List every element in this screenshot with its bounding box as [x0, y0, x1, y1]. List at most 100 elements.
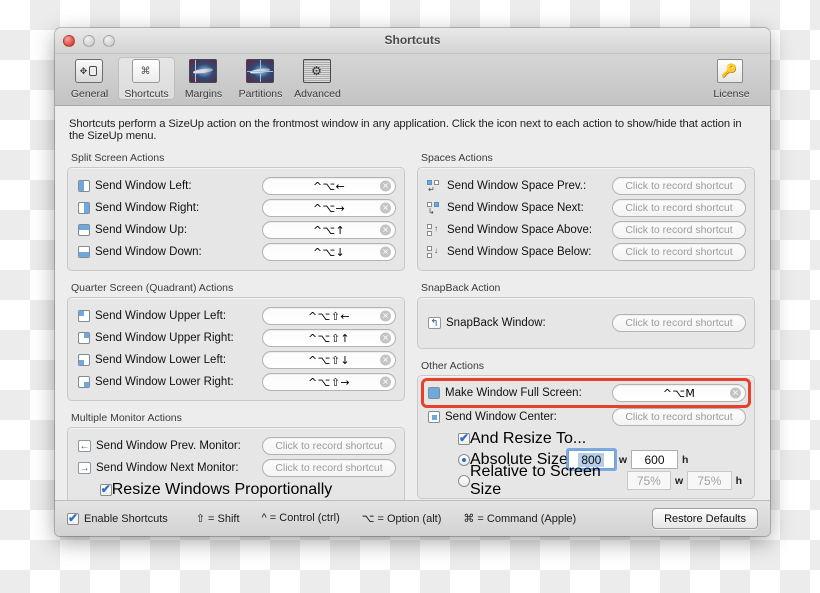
- multiple-monitor-group: ← Send Window Prev. Monitor: Click to re…: [67, 427, 405, 500]
- shortcut-value: ^⌥→: [312, 201, 346, 215]
- shortcut-recorder-send-window-lower-left[interactable]: ^⌥⇧↓ ✕: [262, 351, 396, 369]
- and-resize-checkbox[interactable]: [458, 431, 470, 445]
- preferences-toolbar: ✥ General ⌘ Shortcuts Margins Partitions…: [55, 54, 770, 106]
- shortcut-placeholder: Click to record shortcut: [625, 317, 733, 329]
- action-label: Send Window Space Prev.:: [447, 180, 587, 192]
- absolute-height-value: 600: [644, 452, 665, 467]
- space-below-icon[interactable]: ↓: [427, 245, 442, 259]
- action-label: Send Window Down:: [95, 246, 202, 258]
- shortcut-recorder-send-window-up[interactable]: ^⌥↑ ✕: [262, 221, 396, 239]
- shortcut-recorder-send-window-center[interactable]: Click to record shortcut: [612, 408, 746, 426]
- clear-shortcut-icon[interactable]: ✕: [380, 202, 391, 214]
- enable-shortcuts-label: Enable Shortcuts: [84, 512, 168, 525]
- shortcut-placeholder: Click to record shortcut: [625, 411, 733, 423]
- shortcut-recorder-make-window-full-screen[interactable]: ^⌥M ✕: [612, 384, 746, 402]
- clear-shortcut-icon[interactable]: ✕: [380, 376, 391, 388]
- clear-shortcut-icon[interactable]: ✕: [380, 310, 391, 322]
- general-icon: ✥: [74, 59, 105, 86]
- tab-shortcuts-label: Shortcuts: [124, 88, 169, 100]
- window-down-icon[interactable]: [78, 246, 90, 258]
- resize-proportionally-checkbox[interactable]: [99, 482, 112, 496]
- window-lower-left-icon[interactable]: [78, 354, 90, 366]
- key-icon: 🔑: [716, 59, 747, 86]
- window-full-icon[interactable]: [428, 387, 440, 399]
- window-left-icon[interactable]: [78, 180, 90, 192]
- window-upper-right-icon[interactable]: [78, 332, 90, 344]
- clear-shortcut-icon[interactable]: ✕: [380, 246, 391, 258]
- space-prev-icon[interactable]: ↵: [427, 179, 442, 193]
- shortcuts-preferences-window: Shortcuts ✥ General ⌘ Shortcuts Margins: [55, 28, 770, 536]
- shortcut-recorder-send-window-next-monitor[interactable]: Click to record shortcut: [262, 459, 396, 477]
- shortcut-recorder-send-window-space-prev[interactable]: Click to record shortcut: [612, 177, 746, 195]
- resize-proportionally-row: Resize Windows Proportionally: [76, 479, 396, 500]
- shortcut-recorder-send-window-prev-monitor[interactable]: Click to record shortcut: [262, 437, 396, 455]
- absolute-size-radio[interactable]: [458, 453, 470, 466]
- arrow-left-box-icon[interactable]: ←: [78, 440, 91, 452]
- shortcut-recorder-send-window-down[interactable]: ^⌥↓ ✕: [262, 243, 396, 261]
- window-up-icon[interactable]: [78, 224, 90, 236]
- shortcut-recorder-send-window-right[interactable]: ^⌥→ ✕: [262, 199, 396, 217]
- shortcuts-pane: Shortcuts perform a SizeUp action on the…: [55, 106, 770, 500]
- absolute-height-input[interactable]: 600: [631, 450, 679, 469]
- shortcut-recorder-send-window-upper-left[interactable]: ^⌥⇧← ✕: [262, 307, 396, 325]
- multiple-monitor-group-label: Multiple Monitor Actions: [71, 412, 182, 424]
- shortcut-value: ^⌥M: [662, 386, 696, 400]
- action-row-send-window-down: Send Window Down: ^⌥↓ ✕: [76, 241, 396, 263]
- height-unit-label: h: [682, 453, 689, 466]
- relative-height-input[interactable]: 75%: [687, 471, 732, 490]
- shortcut-recorder-send-window-lower-right[interactable]: ^⌥⇧→ ✕: [262, 373, 396, 391]
- action-label: Send Window Space Above:: [447, 224, 593, 236]
- relative-width-input[interactable]: 75%: [626, 471, 672, 490]
- license-button[interactable]: 🔑 License: [703, 57, 760, 100]
- clear-shortcut-icon[interactable]: ✕: [380, 354, 391, 366]
- clear-shortcut-icon[interactable]: ✕: [380, 332, 391, 344]
- shortcut-value: ^⌥⇧↓: [308, 353, 350, 367]
- window-right-icon[interactable]: [78, 202, 90, 214]
- action-label: SnapBack Window:: [446, 317, 546, 329]
- action-row-send-window-next-monitor: → Send Window Next Monitor: Click to rec…: [76, 457, 396, 479]
- shortcut-recorder-send-window-left[interactable]: ^⌥← ✕: [262, 177, 396, 195]
- shortcut-value: ^⌥⇧←: [308, 309, 350, 323]
- tab-general[interactable]: ✥ General: [61, 57, 118, 100]
- shortcut-value: ^⌥⇧→: [308, 375, 350, 389]
- tab-shortcuts[interactable]: ⌘ Shortcuts: [118, 57, 175, 100]
- action-label: Send Window Prev. Monitor:: [96, 440, 241, 452]
- restore-defaults-button[interactable]: Restore Defaults: [652, 508, 758, 529]
- legend-control: ^ = Control (ctrl): [261, 512, 340, 524]
- space-next-icon[interactable]: ↳: [427, 201, 442, 215]
- shortcut-recorder-send-window-space-next[interactable]: Click to record shortcut: [612, 199, 746, 217]
- window-upper-left-icon[interactable]: [78, 310, 90, 322]
- shortcut-recorder-send-window-space-above[interactable]: Click to record shortcut: [612, 221, 746, 239]
- other-actions-group: Make Window Full Screen: ^⌥M ✕ Send Wind…: [417, 375, 755, 499]
- shortcut-value: ^⌥↓: [312, 245, 346, 259]
- shortcuts-icon: ⌘: [131, 59, 162, 86]
- clear-shortcut-icon[interactable]: ✕: [380, 224, 391, 236]
- tab-margins[interactable]: Margins: [175, 57, 232, 100]
- action-label: Send Window Right:: [95, 202, 200, 214]
- settings-columns: Split Screen Actions Send Window Left: ^…: [67, 152, 758, 500]
- window-center-icon[interactable]: [428, 411, 440, 423]
- shortcut-recorder-send-window-upper-right[interactable]: ^⌥⇧↑ ✕: [262, 329, 396, 347]
- window-lower-right-icon[interactable]: [78, 376, 90, 388]
- legend-option: ⌥ = Option (alt): [361, 513, 442, 525]
- and-resize-label: And Resize To...: [470, 429, 587, 447]
- space-above-icon[interactable]: ↑: [427, 223, 442, 237]
- action-label: Send Window Next Monitor:: [96, 462, 239, 474]
- tab-margins-label: Margins: [184, 88, 223, 100]
- snapback-icon[interactable]: ↰: [428, 317, 441, 329]
- enable-shortcuts-checkbox[interactable]: [67, 511, 79, 525]
- tab-advanced-label: Advanced: [294, 88, 341, 100]
- shortcut-recorder-snapback-window[interactable]: Click to record shortcut: [612, 314, 746, 332]
- action-label: Send Window Upper Left:: [95, 310, 227, 322]
- action-label: Send Window Up:: [95, 224, 188, 236]
- clear-shortcut-icon[interactable]: ✕: [730, 387, 741, 399]
- tab-advanced[interactable]: ⚙ Advanced: [289, 57, 346, 100]
- relative-size-radio[interactable]: [458, 474, 470, 487]
- tab-partitions[interactable]: Partitions: [232, 57, 289, 100]
- arrow-right-box-icon[interactable]: →: [78, 462, 91, 474]
- clear-shortcut-icon[interactable]: ✕: [380, 180, 391, 192]
- shortcut-recorder-send-window-space-below[interactable]: Click to record shortcut: [612, 243, 746, 261]
- window-titlebar: Shortcuts: [55, 28, 770, 54]
- modifier-legend: ⇧ = Shift ^ = Control (ctrl) ⌥ = Option …: [196, 512, 576, 525]
- legend-shift: ⇧ = Shift: [195, 513, 240, 525]
